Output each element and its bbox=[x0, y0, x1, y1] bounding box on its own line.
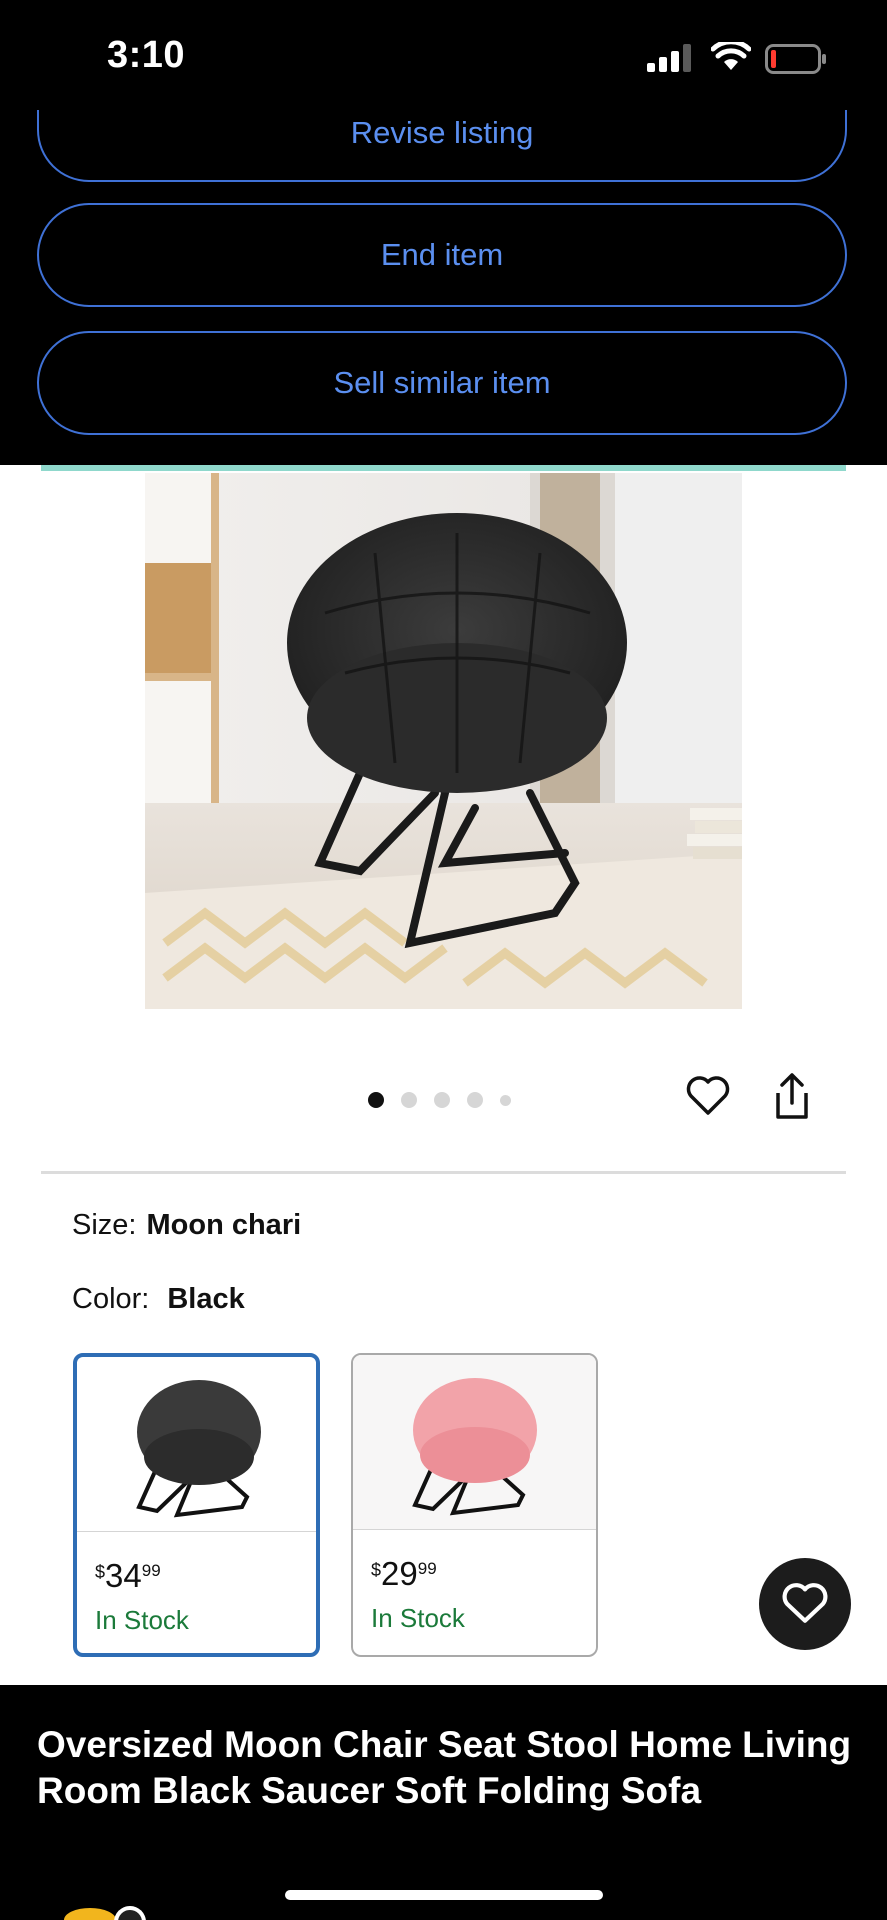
sell-similar-item-label: Sell similar item bbox=[333, 365, 551, 400]
size-label: Size: bbox=[72, 1209, 137, 1241]
status-bar: 3:10 bbox=[0, 0, 887, 110]
stock-status: In Stock bbox=[371, 1603, 465, 1633]
swatch-price: $2999 bbox=[371, 1555, 437, 1593]
seller-avatar-icon bbox=[64, 1906, 146, 1920]
listing-title: Oversized Moon Chair Seat Stool Home Liv… bbox=[37, 1724, 852, 1811]
price-whole: 34 bbox=[105, 1557, 142, 1594]
price-cents: 99 bbox=[417, 1559, 437, 1578]
revise-listing-label: Revise listing bbox=[350, 115, 534, 150]
swatch-price: $3499 bbox=[95, 1557, 161, 1595]
size-attribute: Size: Moon chari bbox=[72, 1209, 301, 1242]
share-icon[interactable] bbox=[770, 1071, 814, 1121]
swatch-image bbox=[353, 1355, 596, 1530]
color-value: Black bbox=[167, 1283, 245, 1315]
stock-status: In Stock bbox=[95, 1605, 189, 1635]
pagination-dot[interactable] bbox=[401, 1092, 417, 1108]
swatch-image bbox=[77, 1357, 316, 1532]
pagination-dot[interactable] bbox=[467, 1092, 483, 1108]
end-item-label: End item bbox=[380, 237, 504, 272]
image-pagination-dots[interactable] bbox=[368, 1090, 511, 1110]
product-image[interactable] bbox=[145, 473, 742, 1009]
cellular-signal-icon bbox=[647, 44, 691, 72]
price-whole: 29 bbox=[381, 1555, 418, 1592]
watchlist-fab[interactable] bbox=[759, 1558, 851, 1650]
size-value: Moon chari bbox=[146, 1209, 302, 1241]
currency-symbol: $ bbox=[371, 1560, 382, 1580]
currency-symbol: $ bbox=[95, 1562, 106, 1582]
pagination-dot[interactable] bbox=[500, 1094, 511, 1106]
heart-outline-icon[interactable] bbox=[686, 1076, 730, 1116]
price-cents: 99 bbox=[141, 1561, 161, 1580]
color-label: Color: bbox=[72, 1283, 150, 1315]
battery-low-icon bbox=[765, 44, 826, 74]
wifi-icon bbox=[711, 42, 751, 70]
heart-outline-icon bbox=[782, 1583, 828, 1623]
accent-divider bbox=[41, 465, 846, 471]
sell-similar-item-button[interactable]: Sell similar item bbox=[37, 331, 847, 435]
pagination-dot[interactable] bbox=[368, 1092, 384, 1108]
clock: 3:10 bbox=[107, 34, 186, 76]
product-detail: Size: Moon chari Color: Black $3499 In Sto… bbox=[0, 465, 887, 1685]
pagination-dot[interactable] bbox=[434, 1092, 450, 1108]
revise-listing-button[interactable]: Revise listing bbox=[37, 106, 847, 182]
home-indicator bbox=[285, 1890, 603, 1900]
end-item-button[interactable]: End item bbox=[37, 203, 847, 307]
color-attribute: Color: Black bbox=[72, 1283, 245, 1316]
color-swatch-pink[interactable]: $2999 In Stock bbox=[351, 1353, 598, 1657]
color-swatch-black[interactable]: $3499 In Stock bbox=[73, 1353, 320, 1657]
section-divider bbox=[41, 1171, 846, 1174]
